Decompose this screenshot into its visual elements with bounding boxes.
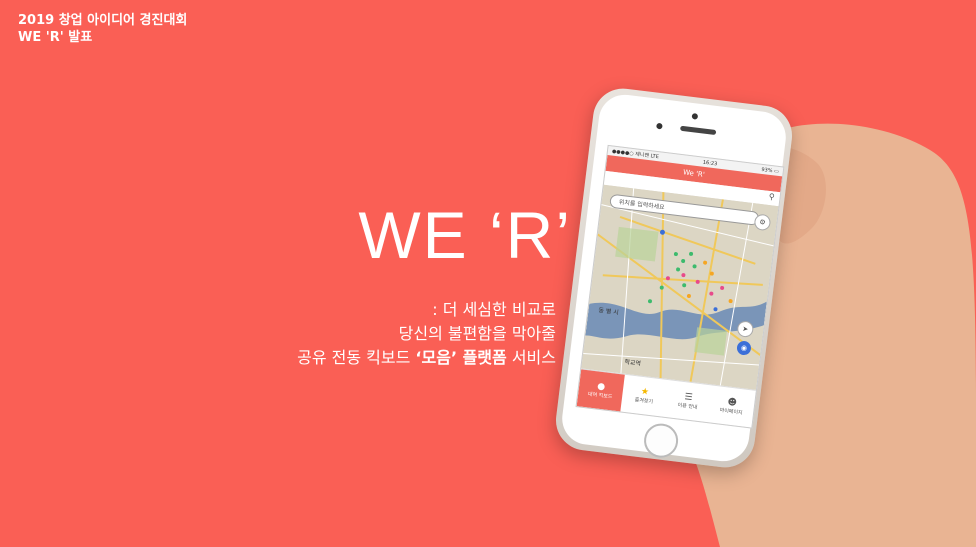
app-screen: ●●●●○ 제니앤 LTE 16:23 93% ▭ We 'R' ⚲ 위치를 입… [575, 144, 785, 429]
tab-my-page[interactable]: ☻ 마이페이지 [708, 385, 756, 427]
hand-illustration [589, 123, 976, 547]
tab-favorites[interactable]: ★ 즐겨찾기 [620, 375, 668, 417]
tab-label: 이용 안내 [677, 402, 698, 411]
map-view[interactable]: 위치를 입력하세요 동 별 시 학교역 ⚙ ➤ ◉ [581, 184, 779, 391]
app-title: We 'R' [682, 168, 706, 179]
status-time: 16:23 [702, 159, 718, 167]
front-camera-icon [691, 112, 699, 120]
map-label-station: 학교역 [623, 358, 642, 368]
tab-label: 대여 킥보드 [587, 391, 613, 401]
tab-rent-kickboard[interactable]: ● 대여 킥보드 [576, 369, 625, 412]
tab-label: 마이페이지 [719, 407, 743, 417]
tab-usage-guide[interactable]: ☰ 이용 안내 [664, 380, 712, 422]
search-icon[interactable]: ⚲ [768, 192, 775, 202]
speaker-grille [680, 125, 717, 136]
tab-label: 즐겨찾기 [634, 397, 654, 406]
sensor-icon [656, 122, 663, 130]
